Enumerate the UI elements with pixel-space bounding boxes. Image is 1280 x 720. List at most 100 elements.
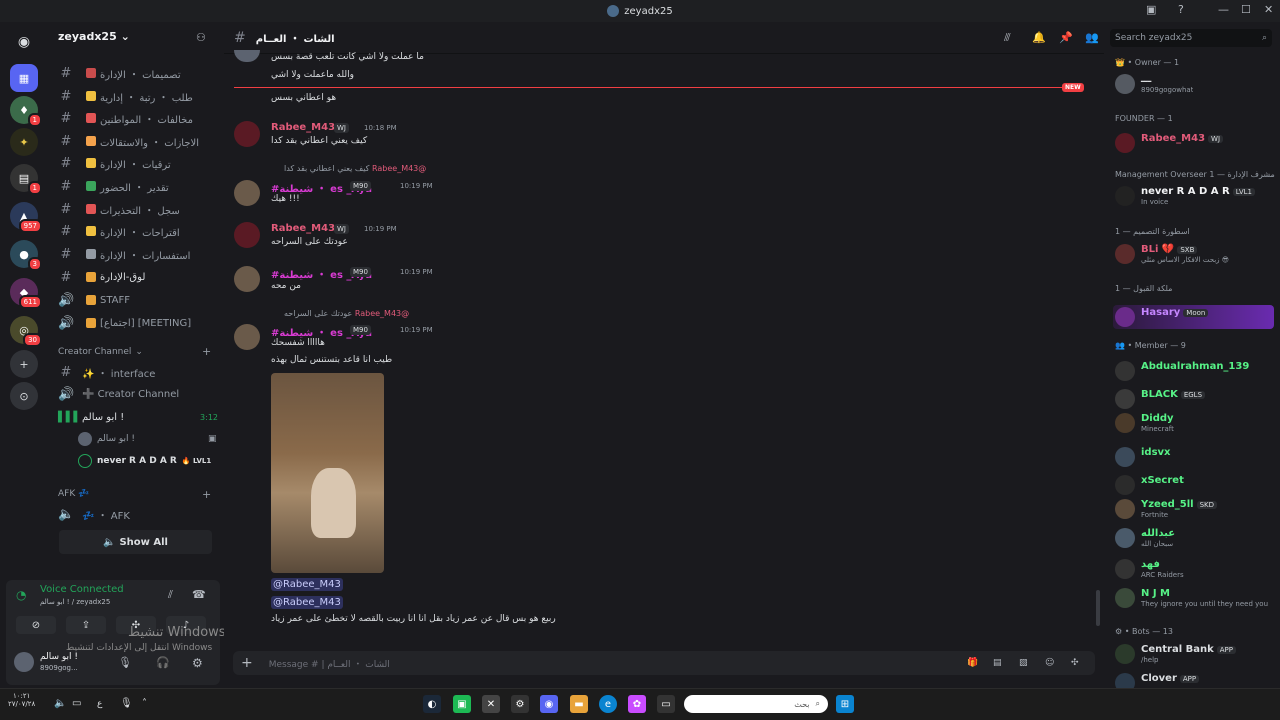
notification-bell-icon[interactable]: 🔔	[1032, 31, 1046, 44]
emoji-icon[interactable]: ☺	[1045, 658, 1054, 668]
category-afk[interactable]: AFK 💤	[58, 489, 89, 499]
member-item[interactable]: idsvx	[1115, 447, 1275, 467]
member-item[interactable]: Yzeed_5ll SKD Fortnite	[1115, 499, 1275, 519]
member-item[interactable]: Hasary Moon	[1113, 305, 1274, 329]
channel-item[interactable]: 🔊 [اجتماع] [MEETING]	[58, 313, 218, 333]
close-button[interactable]: ✕	[1264, 3, 1273, 16]
voice-user-1[interactable]: ابو سالم ! ▣	[78, 432, 217, 446]
member-item[interactable]: Central Bank APP/help	[1115, 644, 1275, 664]
add-channel-icon[interactable]: +	[202, 345, 211, 358]
member-item[interactable]: Abdualrahman_139	[1115, 361, 1275, 381]
disconnect-icon[interactable]: ☎	[192, 588, 206, 601]
discover-icon[interactable]: ⊙	[10, 382, 38, 410]
xbox-icon[interactable]: ✕	[482, 695, 500, 713]
inbox-icon[interactable]: ▣	[1146, 3, 1156, 16]
avatar[interactable]	[234, 266, 260, 292]
server-folder-icon[interactable]: ▤ 1	[10, 164, 42, 195]
file-explorer-icon[interactable]: ▬	[570, 695, 588, 713]
add-channel-icon[interactable]: +	[202, 488, 211, 501]
avatar[interactable]	[234, 180, 260, 206]
edge-icon[interactable]: e	[599, 695, 617, 713]
task-view-icon[interactable]: ▭	[657, 695, 675, 713]
invite-icon[interactable]: ⚇	[196, 31, 206, 44]
scrollbar[interactable]	[1096, 590, 1100, 626]
channel-item[interactable]: # الاجازات ・ والاستقالات	[58, 131, 218, 151]
voice-connected-channel[interactable]: ابو سالم ! / zeyadx25	[40, 598, 110, 606]
reply-preview[interactable]: @Rabee_M43 كيف يعني اعطاني بقد كدا	[284, 164, 426, 173]
noise-suppression-icon[interactable]: ⫽	[168, 588, 173, 602]
sticker-icon[interactable]: ▧	[1019, 658, 1028, 668]
username[interactable]: Rabee_M43	[271, 223, 335, 234]
server-icon-6[interactable]: ◆ 611	[10, 278, 42, 309]
discord-home-icon[interactable]: ◉	[10, 28, 38, 56]
member-item[interactable]: BLi 💔 SXB زبحت الافكار الاساس مثلي 😎	[1115, 244, 1275, 264]
channel-item[interactable]: # تقدير ・ الحضور	[58, 176, 218, 196]
discord-taskbar-icon[interactable]: ◉	[540, 695, 558, 713]
search-input[interactable]: Search zeyadx25 ⌕	[1110, 29, 1272, 47]
steam-icon[interactable]: ◐	[423, 695, 441, 713]
reply-preview[interactable]: @Rabee_M43 عودتك على السراحه	[284, 309, 409, 318]
avatar[interactable]	[234, 324, 260, 350]
member-item[interactable]: فهد ARC Raiders	[1115, 559, 1275, 579]
member-list-icon[interactable]: 👥	[1085, 31, 1099, 44]
category-creator[interactable]: Creator Channel ⌄	[58, 347, 143, 357]
member-item[interactable]: never R A D A R LVL1 In voice	[1115, 186, 1275, 206]
taskbar-search[interactable]: بحث ⌕	[684, 695, 828, 713]
apps-icon[interactable]: ✣	[1071, 658, 1079, 668]
microphone-icon[interactable]: 🎙	[118, 656, 132, 669]
channel-item[interactable]: # ✨ ・ interface	[58, 362, 218, 382]
avatar[interactable]	[234, 121, 260, 147]
server-icon-5[interactable]: ● 3	[10, 240, 42, 271]
user-mention[interactable]: @Rabee_M43	[271, 596, 343, 609]
tray-chevron-icon[interactable]: ˄	[142, 698, 147, 709]
voice-channel[interactable]: ▌▌▌ ابو سالم ! 3:12	[58, 407, 218, 427]
message-composer[interactable]: + Message # | الشات ・ العــام 🎁 ▤ ▧ ☺ ✣	[233, 651, 1095, 675]
show-all-button[interactable]: 🔈 Show All	[59, 530, 212, 554]
member-item[interactable]: Diddy Minecraft	[1115, 413, 1275, 433]
threads-icon[interactable]: ⫻	[1004, 31, 1011, 45]
channel-item[interactable]: # ترقيات ・ الإدارة	[58, 153, 218, 173]
voice-user-2[interactable]: never R A D A R 🔥 LVL1	[78, 454, 211, 468]
gif-icon[interactable]: ▤	[993, 658, 1002, 668]
gift-icon[interactable]: 🎁	[967, 658, 978, 668]
channel-item[interactable]: # اقتراحات ・ الإدارة	[58, 221, 218, 241]
network-icon[interactable]: ▭	[72, 698, 81, 709]
channel-item[interactable]: # مخالفات ・ المواطنين	[58, 108, 218, 128]
member-item[interactable]: ـــ 8909gogowhat	[1115, 74, 1275, 94]
headphones-icon[interactable]: 🎧	[156, 656, 170, 669]
avatar[interactable]	[234, 222, 260, 248]
camera-button[interactable]: ⊘	[16, 616, 56, 634]
minimize-button[interactable]: —	[1218, 3, 1229, 16]
pin-icon[interactable]: 📌	[1059, 31, 1073, 44]
channel-afk[interactable]: 🔈 💤 ・ AFK	[58, 504, 218, 524]
app-icon-green[interactable]: ▣	[453, 695, 471, 713]
user-mention[interactable]: @Rabee_M43	[271, 578, 343, 591]
mic-tray-icon[interactable]: 🎙	[120, 698, 133, 709]
start-button[interactable]: ⊞	[836, 695, 854, 713]
system-clock[interactable]: ١٠:٢١ ٢٧/٠٧/٢٨	[8, 692, 35, 708]
member-item[interactable]: N J M They ignore you until they need you	[1115, 588, 1275, 608]
message-input[interactable]: Message # | الشات ・ العــام	[269, 657, 390, 670]
copilot-icon[interactable]: ✿	[628, 695, 646, 713]
user-avatar[interactable]	[14, 652, 34, 672]
username[interactable]: Rabee_M43	[271, 122, 335, 133]
language-indicator[interactable]: ع	[97, 699, 102, 709]
server-icon-2[interactable]: ♦ 1	[10, 96, 42, 127]
channel-item[interactable]: # استفسارات ・ الإدارة	[58, 244, 218, 264]
channel-item[interactable]: # تصميمات ・ الإدارة	[58, 63, 218, 83]
volume-icon[interactable]: 🔈	[54, 698, 66, 709]
channel-item[interactable]: # لوق-الإدارة	[58, 267, 218, 287]
member-item[interactable]: عبدالله سبحان الله	[1115, 528, 1275, 548]
member-item[interactable]: BLACK EGLS	[1115, 389, 1275, 409]
server-icon-3[interactable]: ✦	[10, 128, 38, 156]
settings-gear-icon[interactable]: ⚙	[192, 656, 203, 670]
maximize-button[interactable]: ☐	[1241, 3, 1251, 16]
member-item[interactable]: Rabee_M43 WJ	[1115, 133, 1275, 153]
channel-item[interactable]: 🔊 ➕ Creator Channel	[58, 384, 218, 404]
server-zeyadx25[interactable]: ▦	[10, 64, 38, 92]
server-icon-4[interactable]: ▲ 957	[10, 202, 42, 233]
gif-attachment[interactable]	[271, 373, 384, 573]
server-name[interactable]: zeyadx25 ⌄	[58, 30, 130, 43]
add-attachment-icon[interactable]: +	[241, 655, 253, 671]
channel-item[interactable]: 🔊 STAFF	[58, 290, 218, 310]
